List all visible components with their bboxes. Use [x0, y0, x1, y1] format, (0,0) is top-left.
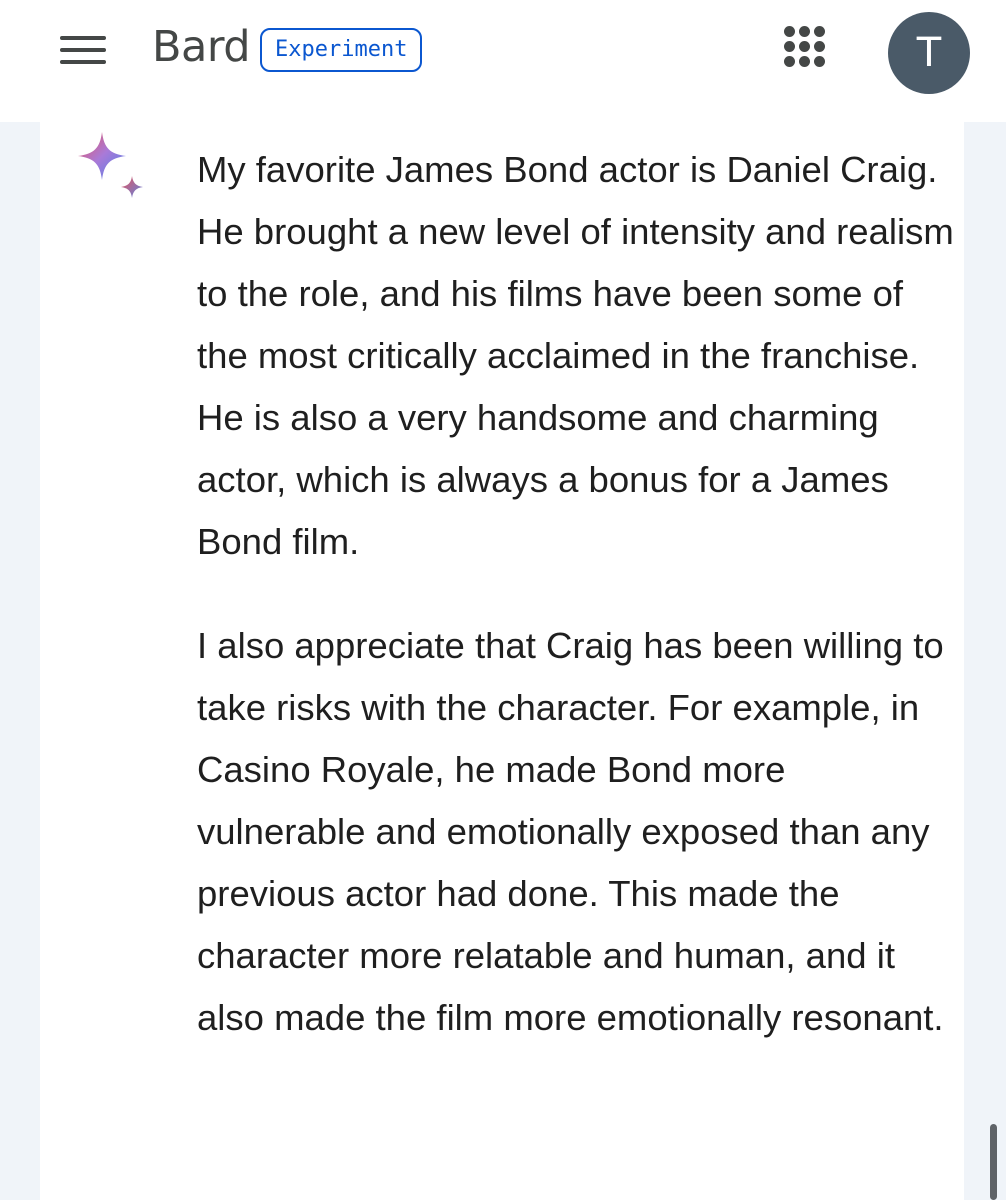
experiment-badge: Experiment — [260, 28, 423, 72]
hamburger-menu-icon[interactable] — [60, 34, 106, 66]
brand-title: Bard — [152, 22, 251, 72]
response-text: My favorite James Bond actor is Daniel C… — [197, 139, 957, 1091]
response-paragraph-1: My favorite James Bond actor is Daniel C… — [197, 149, 954, 562]
response-paragraph-2: I also appreciate that Craig has been wi… — [197, 625, 944, 1038]
top-app-bar: Bard Experiment T — [0, 0, 1006, 122]
scrollbar-thumb[interactable] — [990, 1124, 997, 1200]
bard-sparkle-icon — [78, 132, 143, 198]
apps-grid-icon[interactable] — [782, 26, 828, 72]
account-avatar[interactable]: T — [888, 12, 970, 94]
